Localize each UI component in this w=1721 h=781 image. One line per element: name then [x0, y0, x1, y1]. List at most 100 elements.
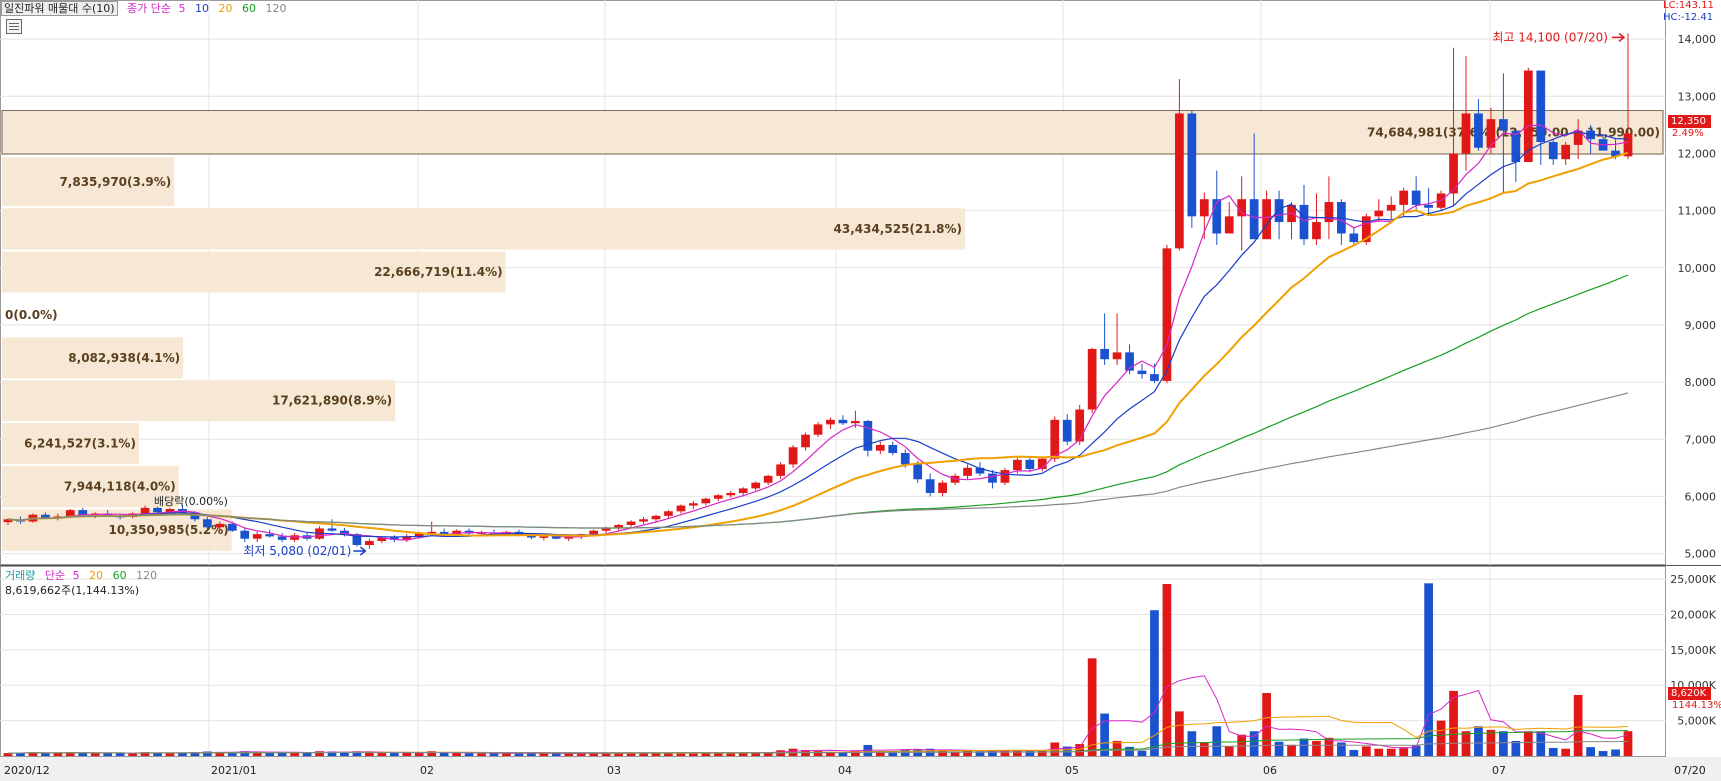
chart-legend: 일진파워 매물대 수(10) 종가 단순 5 10 20 60 120	[1, 1, 287, 16]
volume-bar	[1224, 746, 1234, 756]
candle-body	[851, 420, 860, 424]
volume-profile-label: 6,241,527(3.1%)	[24, 437, 136, 451]
volume-legend-ma-5: 5	[72, 569, 80, 582]
candle-body	[1000, 470, 1010, 483]
stock-chart[interactable]: 5,000 6,000 7,000 8,000 9,000 10,000 11,000 12,…	[0, 0, 1721, 781]
price-tick-label: 7,000	[1685, 433, 1717, 446]
legend-ma-10: 10	[195, 2, 210, 15]
candle-body	[1411, 190, 1421, 205]
volume-bar	[1249, 731, 1259, 756]
candle-body	[1262, 199, 1271, 240]
volume-bar	[938, 750, 947, 756]
candle-body	[1486, 119, 1496, 148]
volume-bar	[1474, 726, 1483, 756]
price-tick-label: 11,000	[1678, 205, 1717, 218]
candle-body	[365, 540, 374, 545]
volume-bar	[1536, 731, 1546, 756]
candle-body	[1511, 130, 1521, 163]
volume-bar	[1125, 746, 1134, 756]
volume-bar	[551, 753, 561, 756]
x-tick-label: 2021/01	[211, 764, 257, 777]
x-tick-label: 06	[1263, 764, 1277, 777]
volume-bar	[1287, 744, 1296, 756]
candle-body	[1075, 409, 1085, 442]
volume-panel-frame	[0, 566, 1666, 757]
candle-body	[1449, 153, 1458, 194]
candle-body	[988, 473, 997, 483]
candle-body	[900, 452, 910, 465]
candle-body	[78, 510, 88, 515]
candle-body	[1013, 459, 1022, 471]
x-axis-band	[0, 757, 1721, 781]
candle-body	[925, 479, 935, 493]
candle-body	[1050, 419, 1060, 459]
grid-menu-icon[interactable]	[6, 19, 22, 34]
candle-body	[1274, 199, 1284, 223]
candle-body	[1162, 248, 1172, 381]
volume-bar	[564, 753, 574, 756]
candle-body	[1548, 142, 1558, 160]
candle-body	[838, 419, 848, 424]
candle-body	[1212, 199, 1222, 234]
dividend-annotation: 배당락(0.00%)	[154, 495, 228, 508]
candle-body	[639, 519, 648, 522]
volume-bar	[813, 750, 823, 756]
volume-legend-title: 거래량	[5, 569, 36, 582]
volume-tick-label: 15,000K	[1670, 644, 1716, 657]
lc-readout: LC:143.11	[1663, 0, 1714, 11]
lc-hc-readout: LC:143.11 HC:-12.41	[1663, 0, 1714, 24]
volume-legend-ma-label: 단순	[44, 569, 66, 582]
candle-body	[1100, 348, 1109, 360]
candle-body	[203, 519, 212, 528]
volume-bar	[539, 753, 549, 756]
candle-body	[1112, 352, 1122, 360]
legend-title[interactable]: 일진파워 매물대 수(10)	[1, 1, 118, 16]
volume-bar	[452, 753, 461, 756]
candle-body	[1025, 459, 1035, 469]
volume-bar	[53, 753, 63, 756]
candle-body	[813, 424, 823, 435]
volume-legend-ma-120: 120	[136, 569, 158, 582]
volume-bar	[1274, 741, 1284, 756]
price-tick-label: 6,000	[1685, 490, 1717, 503]
volume-tick-label: 5,000K	[1677, 715, 1716, 728]
candle-body	[1561, 144, 1571, 160]
volume-bar	[103, 753, 113, 756]
candle-body	[1499, 119, 1508, 131]
candle-body	[1175, 113, 1184, 249]
volume-bar	[464, 753, 474, 756]
volume-bar	[1349, 749, 1359, 756]
candle-body	[153, 507, 162, 513]
candle-body	[240, 530, 250, 539]
volume-bar	[402, 752, 412, 756]
candle-body	[1249, 199, 1259, 240]
volume-bar	[1374, 748, 1384, 756]
candle-body	[713, 495, 723, 499]
volume-bar	[128, 753, 137, 756]
volume-bar	[1087, 658, 1097, 756]
volume-bar	[1424, 583, 1433, 756]
volume-bar	[1262, 693, 1271, 756]
volume-bar	[1175, 711, 1184, 756]
candle-body	[938, 482, 947, 493]
candle-body	[875, 444, 885, 451]
volume-bar	[1199, 742, 1209, 756]
candle-body	[1150, 374, 1159, 381]
legend-ma-20: 20	[218, 2, 233, 15]
volume-bar	[115, 753, 125, 756]
volume-profile-label: 17,621,890(8.9%)	[272, 394, 392, 408]
candle-body	[1399, 190, 1409, 205]
candle-body	[776, 464, 785, 476]
candle-body	[252, 534, 262, 539]
candle-body	[651, 515, 661, 520]
low-annotation: 최저 5,080 (02/01)	[243, 544, 351, 558]
volume-bar	[1337, 742, 1346, 756]
price-tick-label: 8,000	[1685, 376, 1717, 389]
candle-body	[265, 534, 275, 537]
last-price-badge: 12,350	[1668, 115, 1711, 128]
volume-bar	[377, 753, 387, 756]
price-tick-label: 13,000	[1678, 90, 1717, 103]
candle-body	[1087, 348, 1097, 410]
volume-bar	[1361, 746, 1371, 756]
volume-bar	[165, 753, 175, 756]
